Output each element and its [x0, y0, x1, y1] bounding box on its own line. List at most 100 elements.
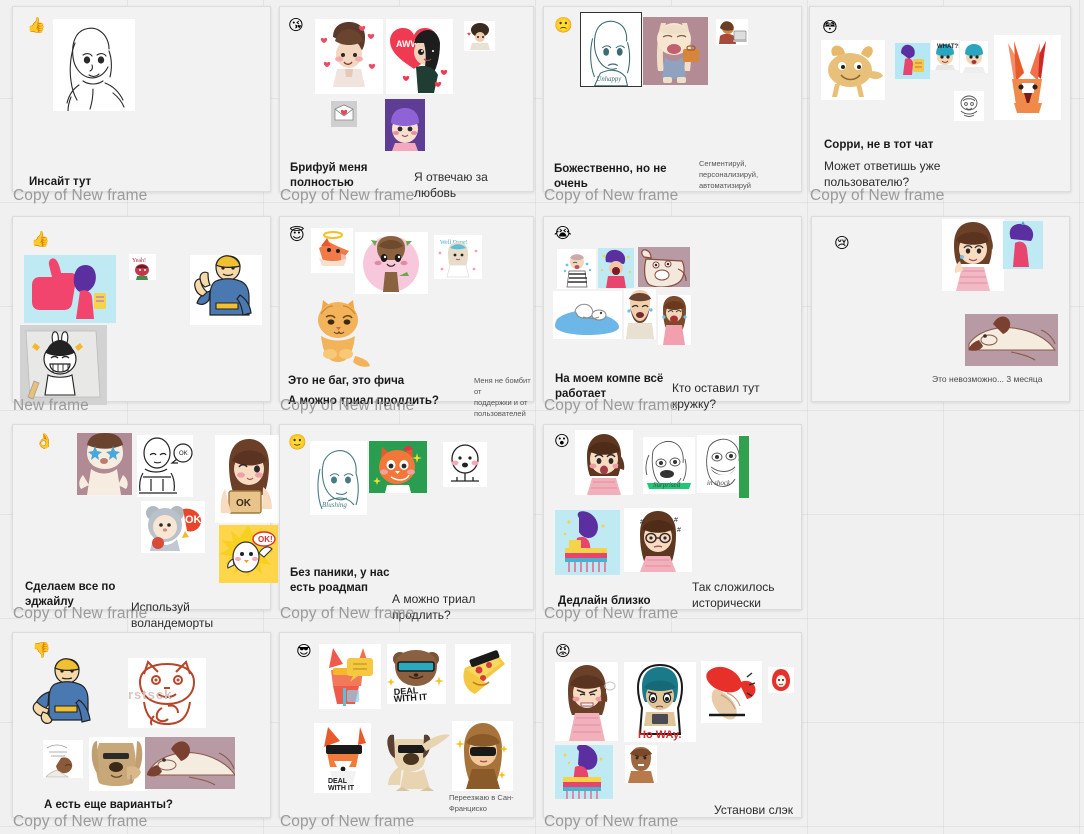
frame-caption: Меня не бомбит от поддержки и от пользов… — [474, 376, 531, 418]
frame-caption: Это невозможно... 3 месяца — [932, 374, 1043, 384]
sticker-shocked-blue-hair-girl[interactable] — [960, 41, 988, 73]
sticker-screaming-purple-hair[interactable] — [598, 248, 634, 288]
sticker-deal-with-it-fox[interactable]: DEAL WITH IT — [314, 723, 371, 793]
sticker-girl-holding-ok-sign[interactable]: OK — [215, 435, 282, 523]
flame-head-art — [772, 669, 790, 691]
sticker-love-letter-gray[interactable] — [331, 101, 357, 127]
sticker-no-way-blue-hair[interactable]: Ho WAy. — [624, 662, 696, 742]
sticker-purple-figure-phone[interactable] — [895, 43, 930, 79]
frame-caption: Сорри, не в тот чат — [824, 139, 934, 151]
sticker-baby-groot-pink[interactable] — [355, 232, 428, 294]
frame-caption: Кто оставил тут кружку? — [672, 381, 760, 411]
sticker-lying-dog-mauve[interactable] — [145, 737, 235, 789]
what-girl-art: WHAT?! — [935, 44, 959, 70]
crying-dog-art — [638, 247, 690, 287]
sticker-curly-hair-small[interactable] — [464, 21, 495, 51]
sticker-blushing-sketch-girl[interactable]: Blushing — [310, 441, 367, 515]
sticker-sketch-scribble-tiny[interactable] — [954, 91, 984, 121]
sticker-pink-thumbs-up-character[interactable] — [24, 255, 116, 323]
sticker-green-highlight-bar[interactable] — [739, 436, 749, 498]
sticker-annoyed-glasses-girl[interactable]: # # # — [624, 508, 692, 572]
sticker-awww-heart-girl[interactable]: AWW — [386, 19, 453, 94]
crying-girl-art — [954, 222, 993, 291]
sticker-angry-girl-steam[interactable] — [555, 662, 618, 741]
sticker-crying-girl-wiping-tear[interactable] — [942, 219, 1004, 291]
sticker-tired-lady-with-bag[interactable] — [643, 17, 708, 85]
sticker-angel-fox-halo[interactable] — [311, 228, 353, 273]
sticker-origami-fox-shout[interactable] — [994, 35, 1061, 120]
sticker-orange-monster-waving[interactable] — [821, 40, 885, 100]
sticker-girl-hearts-blush[interactable] — [315, 19, 383, 94]
frame-title-label[interactable]: Copy of New frame — [280, 813, 414, 831]
sticker-flame-head-tiny[interactable] — [768, 667, 794, 693]
sticker-well-done-angel-girl[interactable]: Well Done! — [434, 235, 482, 279]
sticker-pizza-sunglasses[interactable] — [455, 644, 511, 704]
frame-card[interactable]: 😡 Ho WAy. Установи слэк Copy of New fram… — [543, 632, 802, 830]
red-hand-slam-art — [706, 666, 756, 720]
sticker-purple-hair-baby[interactable] — [385, 99, 425, 151]
sticker-crying-bearded-man[interactable] — [624, 289, 656, 339]
girl-ok-sign-art: OK — [220, 439, 272, 514]
frame-card[interactable]: 👎 rstsck А есть еще варианты? Copy of Ne… — [12, 632, 271, 830]
sticker-blushing-stickman[interactable] — [443, 442, 487, 487]
sticker-unhappy-sketch-girl[interactable]: Unhappy — [580, 12, 642, 87]
sticker-dog-thumbs-down[interactable] — [89, 737, 148, 791]
sticker-deal-with-it-bear[interactable]: DEAL WITH IT — [387, 644, 446, 704]
frame-card[interactable]: 🙁 Unhappy Божественно, но не очень Сегме… — [543, 6, 802, 204]
svg-text:OK!: OK! — [258, 535, 273, 544]
frame-caption: Это не баг, это фича — [288, 375, 405, 387]
svg-text:Yeah!: Yeah! — [132, 258, 146, 264]
frame-card[interactable]: 😭 На моем компе всё работает Кто оставил… — [543, 216, 802, 414]
sticker-mouse-hoodie-ok[interactable]: OK — [141, 501, 205, 553]
sticker-surprised-sketch-face[interactable]: Surprised — [643, 437, 695, 494]
frame-card[interactable]: 😘 AWW Брифуй меня полностью Я отвечаю за… — [279, 6, 534, 204]
frame-card[interactable]: 🙂 Blushing Без паники, у нас есть роадма… — [279, 424, 534, 622]
sticker-dabbing-pug[interactable] — [382, 725, 451, 791]
sticker-crying-dog[interactable] — [638, 247, 690, 287]
sticker-one-punch-man-ok[interactable]: OK — [137, 435, 193, 497]
sticker-tiny-sketch-thumbs-down[interactable] — [43, 740, 83, 778]
sticker-crying-woman[interactable] — [658, 295, 691, 345]
svg-text:WITH IT: WITH IT — [328, 785, 355, 792]
frame-card[interactable]: 👌 OK OK OK OK! Сделаем все по эджайлу Ис… — [12, 424, 282, 630]
sticker-purple-angry-desk[interactable] — [555, 745, 613, 799]
sticker-orange-cat-thumbs-down[interactable] — [128, 658, 206, 728]
frame-card[interactable]: 😎 DEAL WITH IT DEAL WITH IT Переезжаю в … — [279, 632, 534, 830]
frame-title-label[interactable]: Copy of New frame — [544, 813, 678, 831]
frame-card[interactable]: 😇 Well Это не баг, это фича А можно триа… — [279, 216, 534, 418]
sticker-vault-boy-thumbs-down[interactable] — [29, 658, 102, 730]
frame-card[interactable]: 😢 Это невозможно... 3 месяца — [811, 216, 1070, 402]
sticker-sad-orange-cat[interactable] — [307, 292, 372, 370]
sticker-star-eyes-dog[interactable] — [77, 433, 132, 495]
frame-card[interactable]: 👍 Инсайт тут Copy of New frame — [12, 6, 271, 204]
sticker-what-blue-hair-girl[interactable]: WHAT?! — [931, 40, 959, 70]
whiteboard-canvas[interactable]: 👍 Инсайт тут Copy of New frame 😘 AWW Бри… — [0, 0, 1084, 834]
sticker-cool-fox-with-drink[interactable] — [319, 644, 381, 709]
sticker-red-hand-slam[interactable] — [701, 661, 762, 723]
sticker-blushing-orange-cat[interactable] — [369, 441, 427, 493]
sticker-drowning-in-puddle[interactable] — [553, 291, 622, 339]
sticker-purple-desk-scene[interactable] — [555, 510, 620, 575]
sticker-purple-sad-figure[interactable] — [1003, 221, 1043, 269]
sticker-brown-angry-tiny[interactable] — [625, 745, 657, 783]
sticker-ok-penguin-sunburst[interactable]: OK! — [219, 525, 278, 583]
lying-dog-art — [145, 737, 235, 789]
sticker-sunglasses-girl[interactable] — [452, 721, 513, 791]
svg-text:in shock: in shock — [707, 479, 731, 487]
sticker-person-at-laptop-tiny[interactable] — [716, 19, 748, 45]
sticker-bunny-girl-paper-note[interactable] — [20, 325, 107, 405]
frame-card[interactable]: 😳 WHAT?! Сорри, не в тот чат Может ответ… — [809, 6, 1071, 204]
frame-title-label[interactable]: Copy of New frame — [13, 813, 147, 831]
frame-caption: Сегментируй, персонализируй, автоматизир… — [699, 159, 759, 190]
sticker-surprised-girl-ponytail[interactable] — [575, 430, 633, 495]
frame-card[interactable]: 👍 Yeah! New frame — [12, 216, 271, 610]
sticker-crying-striped-shirt-person[interactable] — [557, 249, 596, 289]
sticker-yeah-small[interactable]: Yeah! — [129, 254, 156, 280]
crying-striped-art — [563, 254, 592, 288]
frame-card[interactable]: 😮 Surprised in shock # # # Дедлайн близк… — [543, 424, 802, 622]
sticker-vault-boy-thumbs-up[interactable] — [190, 255, 262, 325]
sticker-sad-dog-lying-down[interactable] — [965, 314, 1058, 366]
svg-text:Unhappy: Unhappy — [596, 76, 621, 83]
tired-lady-art — [643, 17, 708, 85]
sticker-sketch-girl-portrait[interactable] — [53, 19, 135, 111]
